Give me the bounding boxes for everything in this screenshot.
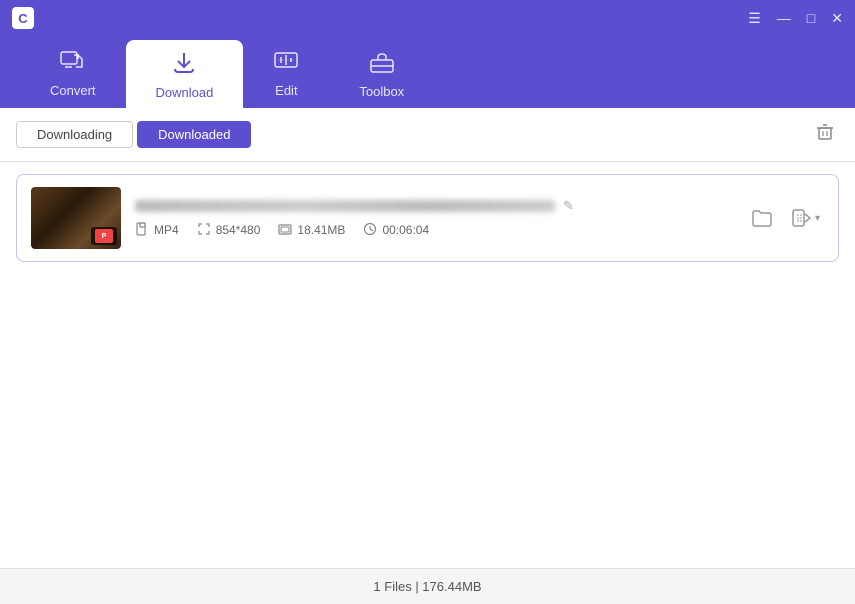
file-title-blurred — [135, 200, 555, 212]
convert-icon — [60, 51, 86, 79]
file-meta: MP4 854*480 — [135, 222, 733, 239]
tab-download-label: Download — [156, 85, 214, 100]
convert-dropdown-arrow: ▾ — [815, 213, 820, 224]
status-bar: 1 Files | 176.44MB — [0, 568, 855, 604]
file-item: P ✎ — [16, 174, 839, 262]
file-actions: ▾ — [747, 204, 824, 232]
tab-download[interactable]: Download — [126, 40, 244, 108]
file-size: 18.41MB — [297, 223, 345, 237]
sub-tab-downloading[interactable]: Downloading — [16, 121, 133, 148]
status-text: 1 Files | 176.44MB — [373, 579, 481, 594]
file-thumbnail: P — [31, 187, 121, 249]
file-info: ✎ MP4 — [135, 198, 733, 239]
trash-button[interactable] — [811, 118, 839, 151]
meta-size: 18.41MB — [278, 222, 345, 239]
tab-edit[interactable]: Edit — [243, 40, 329, 108]
title-bar: C ☰ — □ ✕ — [0, 0, 855, 36]
app-logo: C — [12, 7, 34, 29]
meta-duration: 00:06:04 — [363, 222, 429, 239]
sub-tab-downloaded[interactable]: Downloaded — [137, 121, 251, 148]
download-icon — [171, 49, 197, 81]
close-icon[interactable]: ✕ — [831, 10, 843, 27]
file-edit-icon[interactable]: ✎ — [563, 198, 574, 214]
tab-convert[interactable]: Convert — [20, 40, 126, 108]
meta-resolution: 854*480 — [197, 222, 261, 239]
sub-tabs-bar: Downloading Downloaded — [0, 108, 855, 162]
window-controls: ☰ — □ ✕ — [748, 10, 843, 27]
file-resolution: 854*480 — [216, 223, 261, 237]
file-title-row: ✎ — [135, 198, 733, 214]
file-format: MP4 — [154, 223, 179, 237]
resolution-icon — [197, 222, 211, 239]
content-area: P ✎ — [0, 162, 855, 568]
minimize-icon[interactable]: — — [777, 10, 791, 26]
toolbox-icon — [369, 50, 395, 80]
thumbnail-overlay: P — [91, 227, 117, 245]
format-icon — [135, 222, 149, 239]
site-badge: P — [95, 229, 113, 243]
file-duration: 00:06:04 — [382, 223, 429, 237]
tab-edit-label: Edit — [275, 83, 297, 98]
meta-format: MP4 — [135, 222, 179, 239]
main-body: Downloading Downloaded P — [0, 108, 855, 568]
duration-icon — [363, 222, 377, 239]
edit-nav-icon — [273, 51, 299, 79]
nav-tabs: Convert Download Edit — [0, 36, 855, 108]
tab-toolbox-label: Toolbox — [359, 84, 404, 99]
maximize-icon[interactable]: □ — [807, 10, 815, 26]
open-folder-button[interactable] — [747, 204, 777, 232]
convert-output-button[interactable]: ▾ — [787, 204, 824, 232]
tab-convert-label: Convert — [50, 83, 96, 98]
sub-tabs: Downloading Downloaded — [16, 121, 251, 148]
tab-toolbox[interactable]: Toolbox — [329, 40, 434, 108]
menu-icon[interactable]: ☰ — [748, 10, 761, 27]
size-icon — [278, 222, 292, 239]
